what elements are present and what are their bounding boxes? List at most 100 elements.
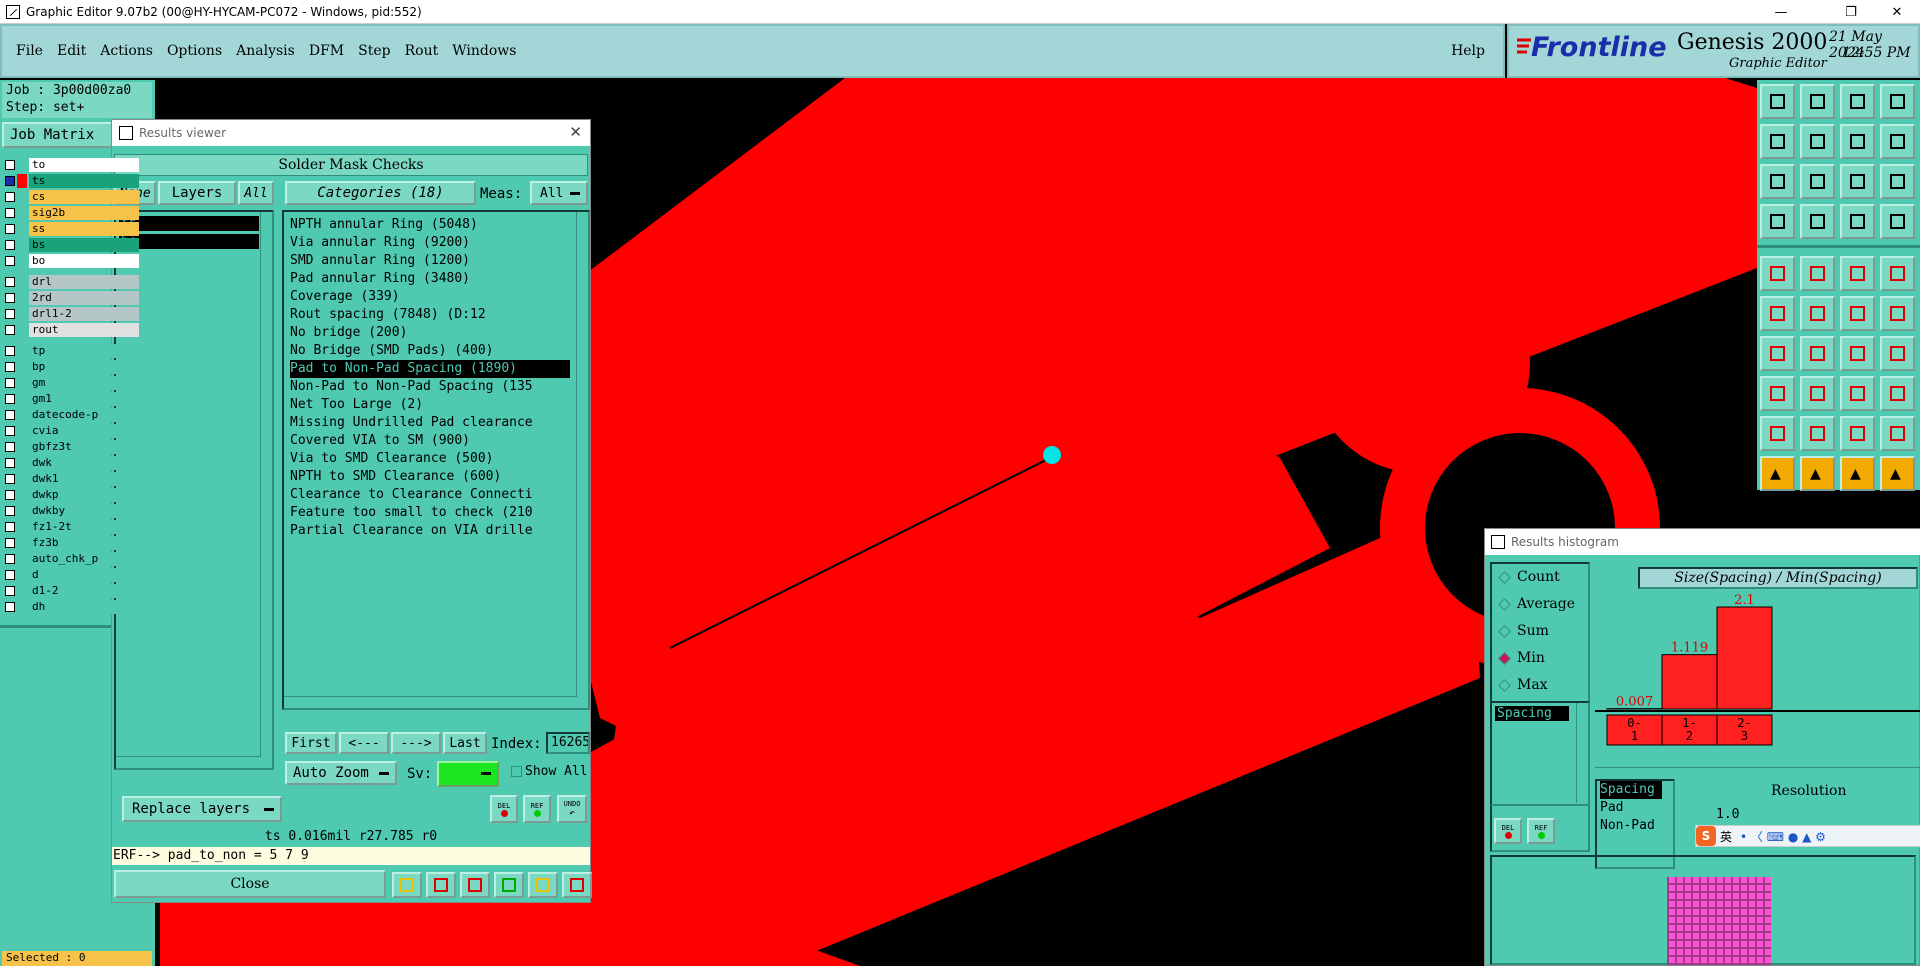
layer-row[interactable]: cvia: [5, 424, 139, 438]
export-tool[interactable]: [1800, 124, 1835, 159]
layer-name[interactable]: sig2b: [29, 206, 139, 220]
layer-visibility-checkbox[interactable]: [5, 240, 15, 250]
layer-visibility-checkbox[interactable]: [5, 490, 15, 500]
undo-tool-button[interactable]: UNDO ↶: [557, 795, 587, 823]
layer-visibility-checkbox[interactable]: [5, 192, 15, 202]
layer-visibility-checkbox[interactable]: [5, 277, 15, 287]
layer-row[interactable]: drl1-2: [5, 307, 139, 321]
ime-language-label[interactable]: 英: [1720, 828, 1732, 845]
menu-analysis[interactable]: Analysis: [236, 43, 295, 59]
categories-button[interactable]: Categories (18): [285, 181, 476, 205]
category-list-scrollbar[interactable]: [576, 212, 588, 697]
layer-name[interactable]: gm1: [29, 392, 139, 406]
histogram-option-average[interactable]: Average: [1498, 596, 1575, 612]
histogram-option-max[interactable]: Max: [1498, 677, 1548, 693]
layer-visibility-checkbox[interactable]: [5, 208, 15, 218]
line-tool[interactable]: [1760, 336, 1795, 371]
layer-visibility-checkbox[interactable]: [5, 458, 15, 468]
layer-visibility-checkbox[interactable]: [5, 474, 15, 484]
menu-file[interactable]: File: [16, 43, 43, 59]
menu-edit[interactable]: Edit: [57, 43, 86, 59]
arc-tool[interactable]: [1800, 416, 1835, 451]
bridge-tool[interactable]: [1840, 416, 1875, 451]
ime-tools-icon[interactable]: • 〈 ⌨ ● ▲ ⚙: [1740, 828, 1826, 845]
layer-name[interactable]: dh: [29, 600, 139, 614]
layer-row[interactable]: gm: [5, 376, 139, 390]
category-item[interactable]: Via annular Ring (9200): [290, 234, 470, 252]
polygon-tool[interactable]: [1880, 416, 1915, 451]
layer-row[interactable]: bo: [5, 254, 139, 268]
maximize-button[interactable]: ❐: [1828, 0, 1874, 24]
rotate-tool[interactable]: [1840, 336, 1875, 371]
import-tool[interactable]: [1760, 124, 1795, 159]
histogram-hscrollbar[interactable]: [1595, 767, 1920, 777]
layer-row[interactable]: 2rd: [5, 291, 139, 305]
layer-name[interactable]: dwkp: [29, 488, 139, 502]
ime-toolbar[interactable]: S 英 • 〈 ⌨ ● ▲ ⚙: [1695, 825, 1920, 847]
layer-row[interactable]: bp: [5, 360, 139, 374]
next-button[interactable]: --->: [391, 732, 441, 754]
layer-visibility-checkbox[interactable]: [5, 394, 15, 404]
camera-tool[interactable]: [1760, 256, 1795, 291]
histogram-option-sum[interactable]: Sum: [1498, 623, 1549, 639]
layer-row[interactable]: drl: [5, 275, 139, 289]
loop-tool[interactable]: [1840, 124, 1875, 159]
layer-list-item[interactable]: bs: [119, 234, 259, 249]
menu-actions[interactable]: Actions: [100, 43, 153, 59]
replace-layers-dropdown[interactable]: Replace layers: [122, 796, 282, 822]
layer-visibility-checkbox[interactable]: [5, 410, 15, 420]
layer-row[interactable]: dh: [5, 600, 139, 614]
layer-row[interactable]: fz3b: [5, 536, 139, 550]
measure-scrollbar[interactable]: [1576, 703, 1588, 803]
layer-row[interactable]: sig2b: [5, 206, 139, 220]
histogram-ref-button[interactable]: REF: [1527, 818, 1555, 844]
layer-row[interactable]: rout: [5, 323, 139, 337]
meas-dropdown[interactable]: All: [530, 181, 588, 205]
layer-list-hscrollbar[interactable]: [116, 756, 261, 768]
measure-type-item[interactable]: Pad: [1600, 799, 1673, 817]
menu-options[interactable]: Options: [167, 43, 222, 59]
edit-line-tool[interactable]: [1800, 336, 1835, 371]
category-item[interactable]: NPTH annular Ring (5048): [290, 216, 478, 234]
layer-visibility-checkbox[interactable]: [5, 362, 15, 372]
layer-visibility-checkbox[interactable]: [5, 506, 15, 516]
layer-name[interactable]: gm: [29, 376, 139, 390]
menu-step[interactable]: Step: [358, 43, 390, 59]
layer-visibility-checkbox[interactable]: [5, 256, 15, 266]
delete-tool-button[interactable]: DEL: [490, 795, 518, 823]
open-tool[interactable]: [1760, 84, 1795, 119]
close-window-button[interactable]: ✕: [1874, 0, 1920, 24]
join-tool[interactable]: [1880, 336, 1915, 371]
sv-color-dropdown[interactable]: [437, 761, 499, 787]
layer-name[interactable]: datecode-p: [29, 408, 139, 422]
route-pointer-tool[interactable]: ▲: [1880, 456, 1915, 491]
layer-row[interactable]: fz1-2t: [5, 520, 139, 534]
layer-visibility-checkbox[interactable]: [5, 602, 15, 612]
layer-row[interactable]: tp: [5, 344, 139, 358]
category-item[interactable]: Non-Pad to Non-Pad Spacing (135: [290, 378, 533, 396]
category-item[interactable]: Via to SMD Clearance (500): [290, 450, 494, 468]
category-item[interactable]: No bridge (200): [290, 324, 407, 342]
layer-row[interactable]: dwk: [5, 456, 139, 470]
layer-name[interactable]: to: [29, 158, 139, 172]
circle-tool[interactable]: [1880, 256, 1915, 291]
layer-row[interactable]: datecode-p: [5, 408, 139, 422]
zoom-tool[interactable]: [1800, 164, 1835, 199]
layer-name[interactable]: d1-2: [29, 584, 139, 598]
layer-name[interactable]: ss: [29, 222, 139, 236]
category-list-hscrollbar[interactable]: [284, 696, 576, 708]
save-tool[interactable]: [1800, 84, 1835, 119]
layer-row[interactable]: bs: [5, 238, 139, 252]
home-tool[interactable]: [1840, 84, 1875, 119]
node-tool[interactable]: [1840, 296, 1875, 331]
measure-type-item[interactable]: Non-Pad: [1600, 817, 1673, 835]
category-list[interactable]: NPTH annular Ring (5048) Via annular Ring…: [282, 210, 590, 710]
category-item[interactable]: No Bridge (SMD Pads) (400): [290, 342, 494, 360]
all-button[interactable]: All: [238, 181, 274, 205]
layer-visibility-checkbox[interactable]: [5, 554, 15, 564]
layer-list-scrollbar[interactable]: [260, 212, 272, 757]
menu-rout[interactable]: Rout: [405, 43, 439, 59]
last-button[interactable]: Last: [443, 732, 487, 754]
index-input[interactable]: 16265: [546, 732, 590, 754]
first-button[interactable]: First: [285, 732, 337, 754]
